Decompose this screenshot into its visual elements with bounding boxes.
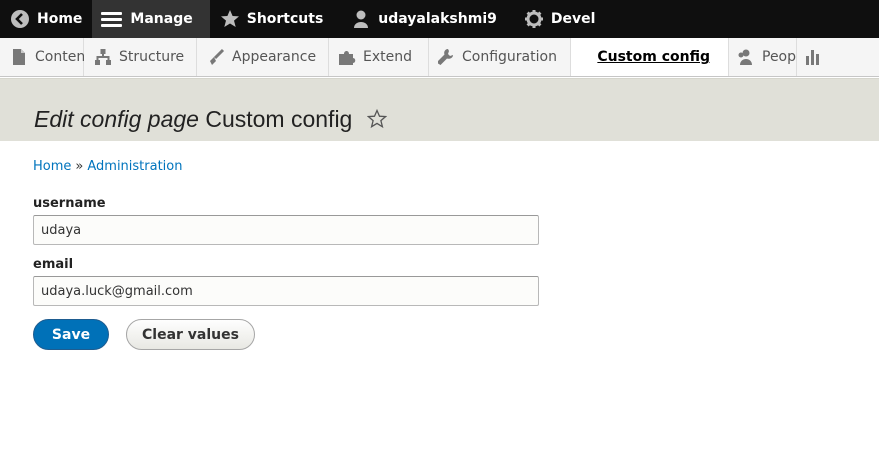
tray-item-custom-config[interactable]: Custom config [571,38,729,76]
hamburger-menu-icon [101,9,123,29]
star-icon [220,9,240,29]
toolbar-item-label: Shortcuts [246,11,324,27]
toolbar-item-label: Devel [550,11,596,27]
bar-chart-icon [805,48,823,66]
tray-item-people[interactable]: People [729,38,809,76]
tray-item-reports[interactable] [797,38,829,76]
sitemap-icon [94,48,112,66]
tray-item-label: Content [35,49,91,65]
page-title-main: Custom config [205,106,353,132]
puzzle-icon [338,48,356,66]
tray-item-configuration[interactable]: Configuration [429,38,571,76]
back-arrow-icon [10,9,30,29]
toolbar-item-label: Home [37,11,83,27]
save-button[interactable]: Save [33,319,109,350]
toolbar-item-shortcuts[interactable]: Shortcuts [210,0,334,38]
toolbar-item-devel[interactable]: Devel [507,0,606,38]
toolbar-item-user[interactable]: udayalakshmi9 [333,0,507,38]
tray-item-extend[interactable]: Extend [329,38,429,76]
tray-item-label: Structure [119,49,185,65]
tray-item-structure[interactable]: Structure [84,38,197,76]
document-icon [10,48,28,66]
tray-item-content[interactable]: Content [0,38,91,76]
breadcrumb-separator: » [75,159,84,174]
toolbar-item-label: Manage [130,11,193,27]
tray-item-appearance[interactable]: Appearance [197,38,329,76]
tray-item-label: Configuration [462,49,557,65]
wrench-icon [437,48,455,66]
toolbar-item-label: udayalakshmi9 [378,11,497,27]
gear-icon [524,9,544,29]
tray-item-label: Appearance [232,49,317,65]
admin-toolbar: Home Manage Shortcuts udayalakshmi9 Deve… [0,0,879,38]
username-field[interactable] [33,215,539,245]
page-header: Edit config page Custom config [0,78,879,141]
toolbar-item-home[interactable]: Home [0,0,92,38]
breadcrumb-administration-link[interactable]: Administration [87,159,182,174]
star-outline-icon[interactable] [366,108,387,135]
page-title-prefix: Edit config page [34,106,199,132]
toolbar-item-manage[interactable]: Manage [92,0,210,38]
page-title: Edit config page Custom config [34,106,387,135]
breadcrumb-home-link[interactable]: Home [33,159,71,174]
people-icon [737,48,755,66]
tray-item-label: Extend [363,49,412,65]
breadcrumb: Home » Administration [33,159,183,174]
paintbrush-icon [207,48,225,66]
clear-values-button[interactable]: Clear values [126,319,255,350]
tray-item-label: Custom config [597,49,710,65]
email-field[interactable] [33,276,539,306]
username-label: username [33,196,106,211]
user-icon [351,9,371,29]
email-label: email [33,257,74,272]
admin-tray: Content Structure Appearance Extend Conf… [0,38,879,77]
